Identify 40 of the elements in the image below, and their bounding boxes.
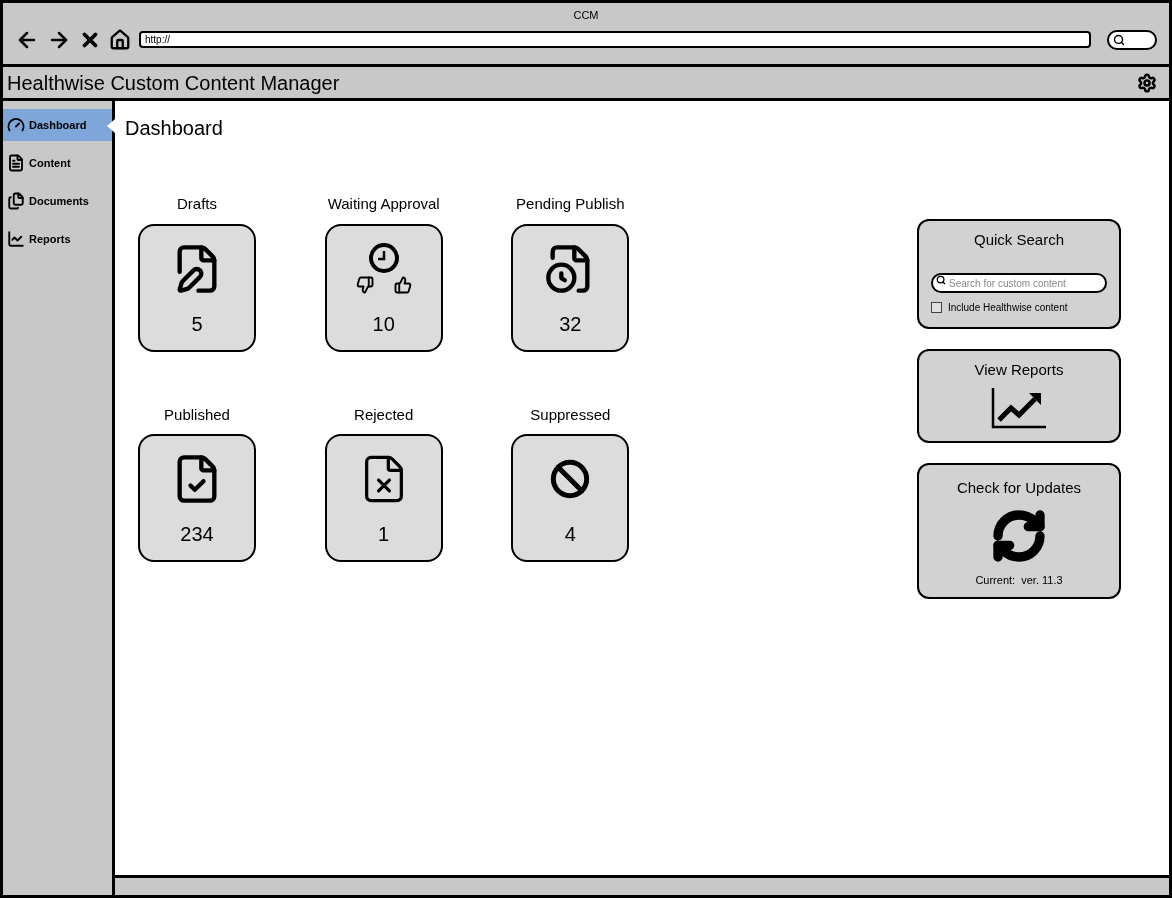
status-tile[interactable]: 4 — [511, 434, 630, 562]
tile-label: Rejected — [354, 404, 414, 425]
search-icon — [1113, 33, 1125, 46]
search-field[interactable]: Search for custom content — [931, 273, 1107, 293]
status-tile[interactable]: 234 — [138, 434, 256, 562]
checkbox[interactable] — [931, 301, 942, 313]
search-icon — [936, 274, 946, 285]
tile-label: Waiting Approval — [327, 194, 440, 214]
status-tile[interactable]: 32 — [511, 223, 630, 352]
sidebar-item[interactable]: Reports — [3, 223, 112, 255]
tile-label: Pending Publish — [516, 194, 625, 214]
checkbox-label: Include Healthwise content — [948, 300, 1068, 315]
url-field[interactable]: http:// — [139, 31, 1091, 48]
rising-chart-icon — [990, 385, 1048, 430]
app-title: Healthwise Custom Content Manager — [7, 70, 340, 96]
updates-panel[interactable]: Check for Updates Current: ver. 11.3 — [917, 463, 1121, 599]
tile-label: Published — [164, 404, 230, 425]
line-chart-icon — [7, 230, 25, 248]
sidebar-item[interactable]: Dashboard — [3, 109, 112, 141]
view-reports-panel[interactable]: View Reports — [917, 349, 1121, 443]
selection-notch — [107, 119, 115, 133]
status-tile[interactable]: 5 — [138, 223, 256, 352]
gauge-icon — [7, 116, 25, 134]
tile-label: Suppressed — [530, 404, 611, 425]
documents-icon — [7, 192, 25, 210]
panel-title: Quick Search — [973, 230, 1064, 250]
refresh-icon — [991, 507, 1047, 564]
sidebar-item[interactable]: Content — [3, 147, 112, 179]
settings-icon[interactable] — [1137, 72, 1157, 93]
home-icon[interactable] — [109, 28, 131, 51]
tile-label: Drafts — [177, 194, 217, 214]
status-tile[interactable]: 10 — [324, 223, 443, 352]
document-icon — [7, 154, 25, 172]
status-tile[interactable]: 1 — [324, 434, 443, 562]
page-title: Dashboard — [125, 116, 223, 141]
browser-title: CCM — [573, 8, 599, 23]
sidebar-item[interactable]: Documents — [3, 185, 112, 217]
search-button[interactable] — [1107, 29, 1157, 50]
prohibited-icon — [550, 459, 591, 499]
version-text: Current: ver. 11.3 — [975, 572, 1063, 588]
